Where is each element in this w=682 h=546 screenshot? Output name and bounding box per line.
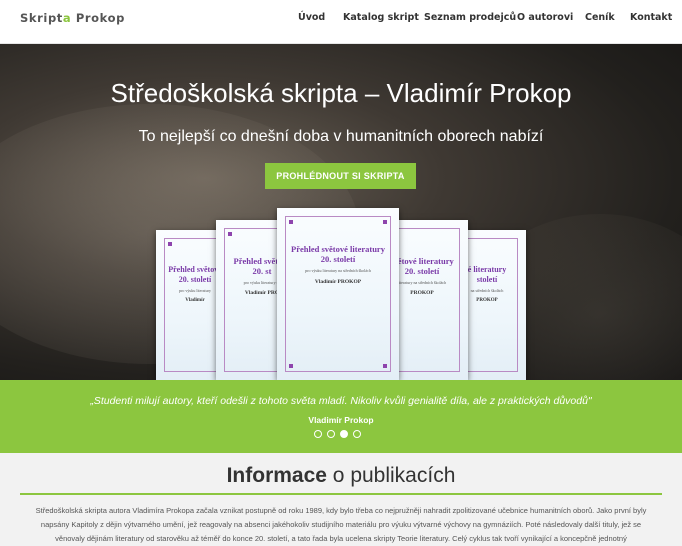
nav-item-katalog[interactable]: Katalog skript [343, 12, 419, 23]
carousel-dot-1[interactable] [314, 430, 322, 438]
testimonial-band: „Studenti milují autory, kteří odešli z … [0, 380, 682, 453]
book-corner-mark [228, 232, 232, 236]
info-paragraph: Středoškolská skripta autora Vladimíra P… [35, 506, 647, 543]
hero-title: Středoškolská skripta – Vladimír Prokop [110, 78, 572, 108]
book-title-line2: 20. století [320, 254, 356, 264]
book-subtitle: pro výuku literatury na středních školác… [305, 268, 371, 273]
book-title: Přehled světové literatury [291, 244, 385, 254]
info-heading-rest: o publikacích [326, 464, 456, 487]
carousel-dot-4[interactable] [353, 430, 361, 438]
top-navbar: Skripta Prokop Úvod Katalog skript Sezna… [0, 0, 682, 44]
book-corner-mark [289, 364, 293, 368]
testimonial-quote: „Studenti milují autory, kteří odešli z … [90, 395, 592, 407]
nav-item-cenik[interactable]: Ceník [585, 12, 615, 23]
book-corner-mark [168, 242, 172, 246]
book-cover-3[interactable]: Přehled světové literatury 20. století p… [277, 208, 399, 380]
info-heading-bold: Informace [226, 464, 327, 487]
book-corner-mark [383, 364, 387, 368]
nav-item-o-autorovi[interactable]: O autorovi [517, 12, 573, 23]
nav-item-kontakt[interactable]: Kontakt [630, 12, 672, 23]
logo-text-accent: a [62, 11, 72, 25]
info-section: Informace o publikacích Středoškolská sk… [0, 453, 682, 546]
testimonial-author: Vladimír Prokop [308, 415, 374, 425]
browse-scripts-button[interactable]: PROHLÉDNOUT SI SKRIPTA [265, 163, 416, 189]
logo-text-main: Skript [20, 11, 63, 25]
carousel-dot-3[interactable] [340, 430, 348, 438]
book-frame [285, 216, 391, 372]
nav-item-uvod[interactable]: Úvod [298, 12, 325, 23]
nav-item-prodejci[interactable]: Seznam prodejců [424, 12, 516, 23]
book-corner-mark [289, 220, 293, 224]
carousel-dot-2[interactable] [327, 430, 335, 438]
book-corner-mark [383, 220, 387, 224]
site-logo[interactable]: Skripta Prokop [20, 11, 125, 25]
info-heading: Informace o publikacích [0, 464, 682, 488]
logo-text-rest: Prokop [71, 11, 125, 25]
section-divider [20, 493, 662, 495]
book-author: Vladimír PROKOP [314, 279, 362, 285]
hero-banner: Středoškolská skripta – Vladimír Prokop … [0, 44, 682, 380]
hero-subtitle: To nejlepší co dnešní doba v humanitních… [138, 128, 544, 145]
